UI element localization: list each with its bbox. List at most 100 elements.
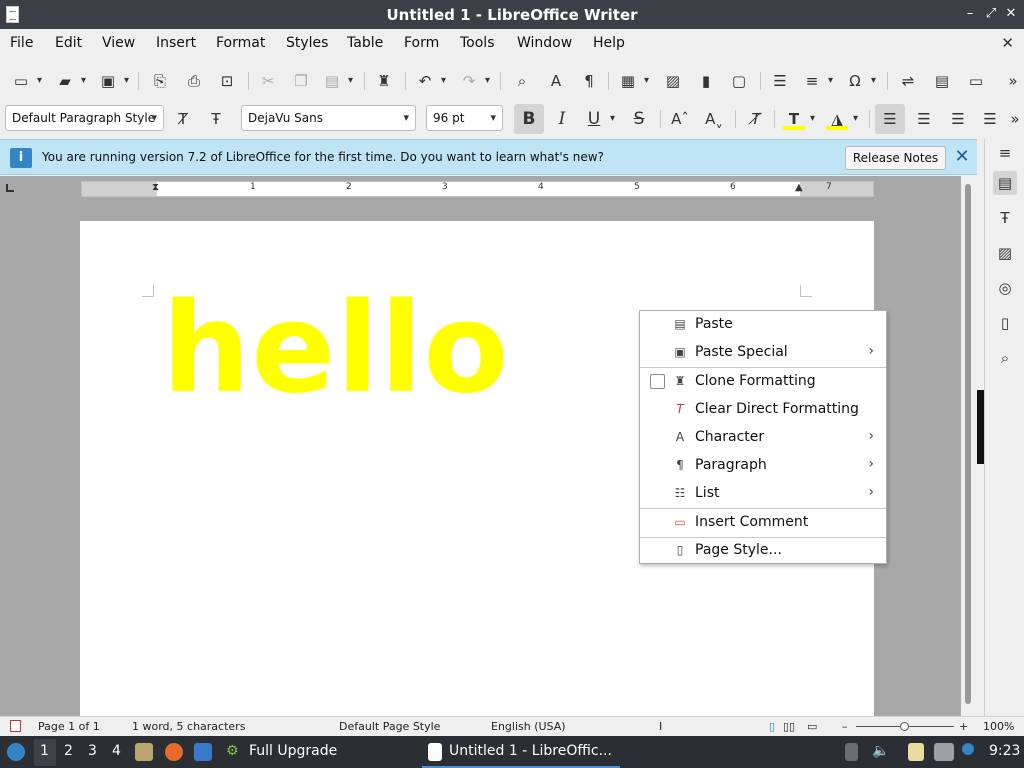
insert-table-icon[interactable]: ▦ — [617, 70, 649, 92]
menu-format[interactable]: Format — [216, 35, 265, 51]
context-menu-insert-comment[interactable]: ▭ Insert Comment — [640, 509, 886, 537]
subscript-icon[interactable]: Aˬ — [703, 108, 725, 130]
new-style-icon[interactable]: Ŧ — [205, 108, 227, 130]
page-style-status[interactable]: Default Page Style — [339, 720, 440, 733]
zoom-slider-handle[interactable] — [900, 722, 909, 731]
menu-file[interactable]: File — [10, 35, 33, 51]
formatting-marks-icon[interactable]: ¶ — [578, 70, 600, 92]
zoom-level[interactable]: 100% — [983, 720, 1014, 733]
menu-view[interactable]: View — [102, 35, 135, 51]
menu-styles[interactable]: Styles — [286, 35, 328, 51]
terminal-icon[interactable] — [194, 743, 212, 761]
context-menu-list[interactable]: ☷ List › — [640, 480, 886, 508]
context-menu-paste-special[interactable]: ▣ Paste Special › — [640, 339, 886, 367]
clone-formatting-checkbox[interactable] — [650, 374, 665, 389]
menu-table[interactable]: Table — [347, 35, 383, 51]
properties-icon[interactable]: ▤ — [993, 171, 1017, 195]
workspace-2[interactable]: 2 — [64, 743, 73, 759]
insert-field-icon[interactable]: ≡ — [801, 70, 833, 92]
cut-icon[interactable]: ✂ — [257, 70, 279, 92]
insert-image-icon[interactable]: ▨ — [662, 70, 684, 92]
more-icon[interactable]: » — [1004, 108, 1024, 130]
start-menu-icon[interactable] — [7, 743, 25, 761]
minimize-button[interactable]: – — [962, 6, 978, 22]
open-icon[interactable]: ▰ — [54, 70, 86, 92]
font-color-icon[interactable]: T — [783, 108, 815, 130]
restore-button[interactable]: ⤢ — [983, 6, 999, 22]
style-inspector-icon[interactable]: ⌕ — [993, 346, 1017, 370]
sidebar-collapse-handle[interactable] — [977, 390, 984, 464]
gallery-icon[interactable]: ▨ — [993, 241, 1017, 265]
footnote-icon[interactable]: ▤ — [931, 70, 953, 92]
file-manager-icon[interactable] — [135, 743, 153, 761]
update-notification-icon[interactable] — [962, 743, 974, 755]
page-icon[interactable]: ▯ — [993, 311, 1017, 335]
font-name-combo[interactable]: DejaVu Sans ▾ — [241, 105, 416, 131]
menu-edit[interactable]: Edit — [55, 35, 82, 51]
bold-button[interactable]: B — [514, 104, 544, 134]
multi-page-view-icon[interactable]: ▯▯ — [783, 720, 795, 733]
copy-icon[interactable]: ❐ — [290, 70, 312, 92]
clone-formatting-icon[interactable]: ♜ — [373, 70, 395, 92]
italic-button[interactable]: I — [551, 108, 573, 130]
context-menu-clear-direct-formatting[interactable]: T Clear Direct Formatting — [640, 396, 886, 424]
paragraph-style-combo[interactable]: Default Paragraph Style ▾ — [5, 105, 164, 131]
navigator-icon[interactable]: ◎ — [993, 276, 1017, 300]
clear-formatting-icon[interactable]: T̸ — [745, 108, 767, 130]
styles-icon[interactable]: Ŧ — [993, 206, 1017, 230]
volume-icon[interactable]: 🔈 — [872, 743, 889, 759]
highlight-color-icon[interactable]: ◮ — [826, 108, 858, 130]
word-count[interactable]: 1 word, 5 characters — [132, 720, 245, 733]
close-document-button[interactable]: ✕ — [1001, 34, 1014, 52]
zoom-in-button[interactable]: + — [959, 720, 968, 733]
underline-button[interactable]: U — [583, 108, 615, 130]
menu-help[interactable]: Help — [593, 35, 625, 51]
context-menu-character[interactable]: A Character › — [640, 424, 886, 452]
scrollbar-thumb[interactable] — [965, 184, 971, 704]
single-page-view-icon[interactable]: ▯ — [769, 720, 775, 733]
context-menu-paste[interactable]: ▤ Paste — [640, 311, 886, 339]
spelling-icon[interactable]: A — [545, 70, 567, 92]
align-center-icon[interactable]: ☰ — [913, 108, 935, 130]
menu-window[interactable]: Window — [517, 35, 572, 51]
workspace-3[interactable]: 3 — [88, 743, 97, 759]
vertical-scrollbar[interactable] — [961, 176, 977, 716]
menu-tools[interactable]: Tools — [460, 35, 495, 51]
network-icon[interactable] — [934, 743, 954, 761]
left-indent-marker[interactable]: ⧗ — [152, 182, 159, 193]
close-window-button[interactable]: ✕ — [1003, 6, 1019, 22]
task-full-upgrade[interactable]: Full Upgrade — [249, 743, 337, 759]
page-count[interactable]: Page 1 of 1 — [38, 720, 100, 733]
export-pdf-icon[interactable]: ⎘ — [149, 70, 171, 92]
language-status[interactable]: English (USA) — [491, 720, 566, 733]
hyperlink-icon[interactable]: ⇌ — [897, 70, 919, 92]
context-menu-clone-formatting[interactable]: ♜ Clone Formatting — [640, 368, 886, 396]
release-notes-button[interactable]: Release Notes — [845, 146, 946, 170]
special-character-icon[interactable]: Ω — [844, 70, 876, 92]
insert-textbox-icon[interactable]: ▢ — [728, 70, 750, 92]
book-view-icon[interactable]: ▭ — [807, 720, 817, 733]
page-break-icon[interactable]: ☰ — [769, 70, 791, 92]
new-icon[interactable]: ▭ — [10, 70, 42, 92]
context-menu-page-style[interactable]: ▯ Page Style... — [640, 537, 886, 565]
tray-app-icon[interactable] — [845, 743, 858, 761]
align-left-icon[interactable]: ☰ — [875, 104, 905, 134]
tab-stop-selector[interactable] — [6, 184, 14, 192]
right-indent-marker[interactable]: ▲ — [795, 182, 803, 193]
close-infobar-button[interactable]: ✕ — [953, 147, 971, 167]
strikethrough-button[interactable]: S — [628, 108, 650, 130]
horizontal-ruler[interactable]: ⧗ ▲ 1 2 3 4 5 6 7 — [81, 181, 874, 197]
insert-mode-icon[interactable]: I — [659, 720, 662, 733]
redo-icon[interactable]: ↷ — [458, 70, 490, 92]
workspace-1[interactable]: 1 — [40, 743, 49, 759]
clock[interactable]: 9:23 — [989, 743, 1020, 759]
save-icon[interactable]: ▣ — [97, 70, 129, 92]
print-icon[interactable]: ⎙ — [183, 70, 205, 92]
align-right-icon[interactable]: ☰ — [947, 108, 969, 130]
update-style-icon[interactable]: Ⱦ — [172, 108, 194, 130]
find-replace-icon[interactable]: ⌕ — [511, 70, 533, 92]
context-menu-paragraph[interactable]: ¶ Paragraph › — [640, 452, 886, 480]
zoom-out-button[interactable]: – — [842, 720, 848, 733]
font-size-combo[interactable]: 96 pt ▾ — [426, 105, 503, 131]
menu-form[interactable]: Form — [404, 35, 439, 51]
